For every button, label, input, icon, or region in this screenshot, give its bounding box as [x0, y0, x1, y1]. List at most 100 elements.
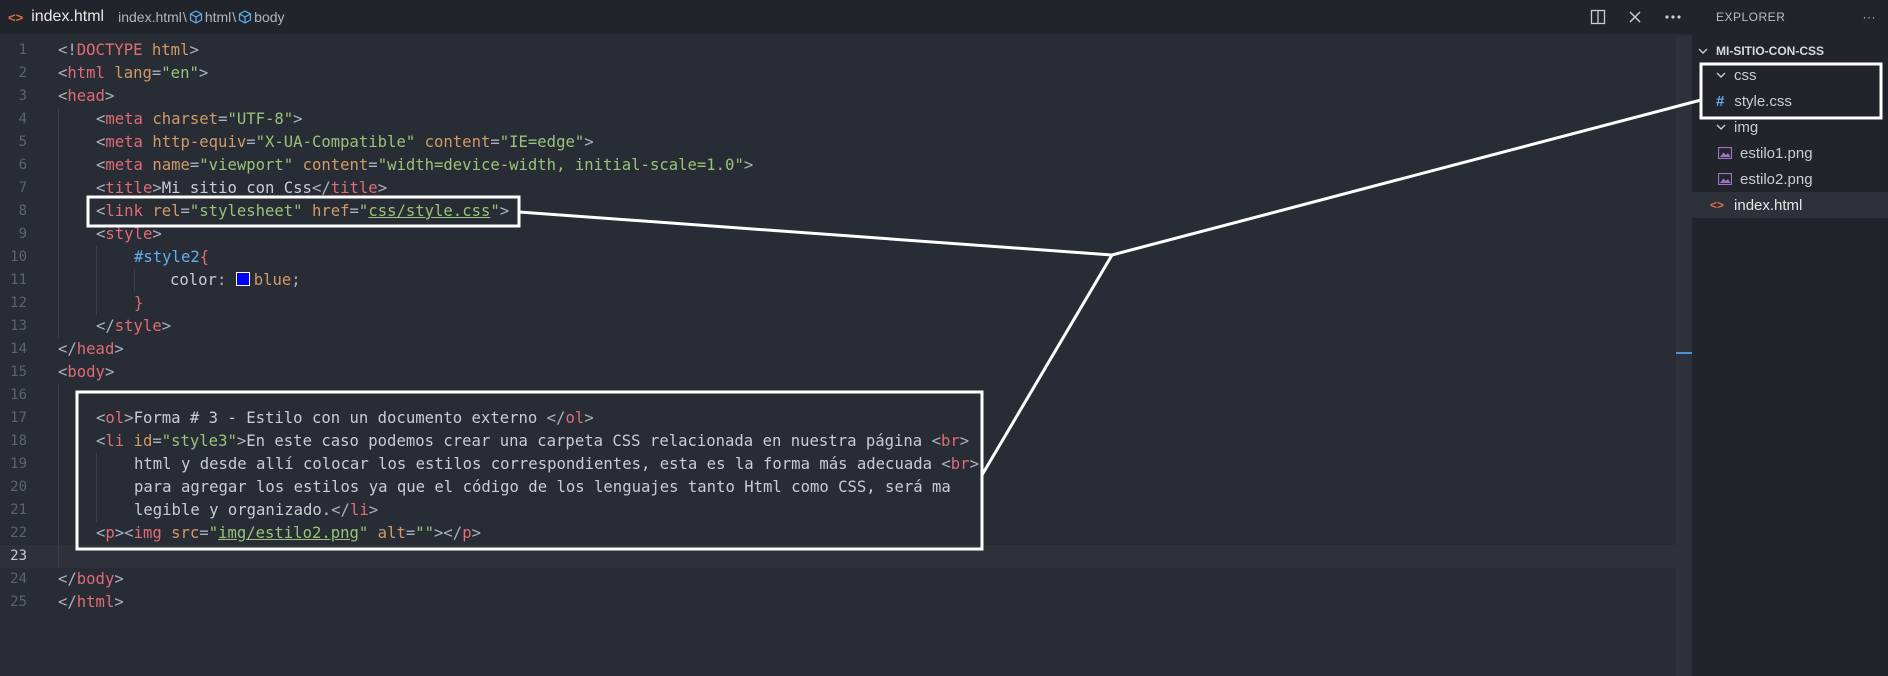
html-file-icon: <>	[8, 9, 24, 25]
code-line[interactable]: 6 <meta name="viewport" content="width=d…	[0, 154, 1676, 177]
editor-actions	[1590, 0, 1682, 34]
code-line[interactable]: 19 html y desde allí colocar los estilos…	[0, 453, 1676, 476]
breadcrumb-html[interactable]: html	[205, 9, 231, 25]
code-text: color: blue;	[170, 271, 301, 289]
split-editor-icon[interactable]	[1590, 9, 1606, 25]
code-line[interactable]: 12 }	[0, 292, 1676, 315]
code-text: <li id="style3">En este caso podemos cre…	[96, 432, 970, 450]
code-line[interactable]: 9 <style>	[0, 223, 1676, 246]
code-line[interactable]: 7 <title>Mi sitio con Css</title>	[0, 177, 1676, 200]
breadcrumb: index.html \ html \ body	[118, 9, 284, 25]
line-number: 24	[10, 571, 27, 587]
chevron-down-icon	[1698, 48, 1708, 54]
tree-file-estilo2[interactable]: estilo2.png	[1692, 166, 1888, 192]
explorer-panel: EXPLORER ··· MI-SITIO-CON-CSS css # styl…	[1692, 0, 1888, 676]
indent-guide	[58, 499, 59, 522]
indent-guide	[58, 384, 59, 407]
line-number: 19	[10, 456, 27, 472]
line-number: 3	[18, 88, 27, 104]
line-number: 10	[10, 249, 27, 265]
line-number: 25	[10, 594, 27, 610]
more-icon[interactable]	[1664, 14, 1682, 20]
indent-guide	[58, 200, 59, 223]
line-number: 2	[18, 65, 27, 81]
indent-guide	[58, 315, 59, 338]
code-text: <meta http-equiv="X-UA-Compatible" conte…	[96, 133, 594, 151]
indent-guide	[58, 430, 59, 453]
code-line[interactable]: 13 </style>	[0, 315, 1676, 338]
stylesheet-link-path: css/style.css	[368, 202, 491, 220]
symbol-cube-icon	[189, 10, 202, 24]
code-line[interactable]: 16	[0, 384, 1676, 407]
tree-file-index-html[interactable]: <> index.html	[1692, 192, 1888, 218]
editor-title-bar: <> index.html index.html \ html \ body	[0, 0, 1692, 34]
line-number: 1	[18, 42, 27, 58]
code-line[interactable]: 2 <html lang="en">	[0, 62, 1676, 85]
code-line[interactable]: 20 para agregar los estilos ya que el có…	[0, 476, 1676, 499]
indent-guide	[96, 476, 97, 499]
code-line[interactable]: 15 <body>	[0, 361, 1676, 384]
editor-tab[interactable]: <> index.html	[0, 0, 110, 34]
project-name: MI-SITIO-CON-CSS	[1716, 44, 1824, 58]
breadcrumb-body[interactable]: body	[254, 9, 284, 25]
symbol-cube-icon	[239, 10, 252, 24]
line-number: 22	[10, 525, 27, 541]
image-file-icon	[1718, 147, 1732, 159]
indent-guide	[58, 292, 59, 315]
html-file-icon: <>	[1710, 198, 1725, 212]
code-line[interactable]: 24 </body>	[0, 568, 1676, 591]
indent-guide	[134, 269, 135, 292]
breadcrumb-file[interactable]: index.html	[118, 9, 182, 25]
indent-guide	[58, 246, 59, 269]
tree-folder-img[interactable]: img	[1692, 114, 1888, 140]
indent-guide	[58, 453, 59, 476]
code-editor[interactable]: 1 <!DOCTYPE html> 2 <html lang="en"> 3 <…	[0, 36, 1676, 676]
code-line[interactable]: 25 </html>	[0, 591, 1676, 614]
code-line-active[interactable]: 23	[0, 545, 1676, 568]
code-line[interactable]: 8 <link rel="stylesheet" href="css/style…	[0, 200, 1676, 223]
image-file-icon	[1718, 173, 1732, 185]
code-line[interactable]: 5 <meta http-equiv="X-UA-Compatible" con…	[0, 131, 1676, 154]
line-number: 6	[18, 157, 27, 173]
code-line[interactable]: 22 <p><img src="img/estilo2.png" alt="">…	[0, 522, 1676, 545]
code-line[interactable]: 3 <head>	[0, 85, 1676, 108]
code-line[interactable]: 21 legible y organizado.</li>	[0, 499, 1676, 522]
line-number: 5	[18, 134, 27, 150]
color-swatch[interactable]	[235, 272, 250, 286]
project-folder[interactable]: MI-SITIO-CON-CSS	[1692, 40, 1888, 62]
code-text: <style>	[96, 225, 162, 243]
code-line[interactable]: 4 <meta charset="UTF-8">	[0, 108, 1676, 131]
line-number: 11	[10, 272, 27, 288]
line-number: 21	[10, 502, 27, 518]
code-line[interactable]: 18 <li id="style3">En este caso podemos …	[0, 430, 1676, 453]
tree-file-style-css[interactable]: # style.css	[1692, 88, 1888, 114]
code-text: </style>	[96, 317, 172, 335]
tab-filename: index.html	[31, 8, 105, 25]
indent-guide	[58, 545, 59, 568]
code-line[interactable]: 14 </head>	[0, 338, 1676, 361]
code-text: <body>	[58, 363, 115, 381]
line-number: 15	[10, 364, 27, 380]
tree-item-label: css	[1734, 66, 1757, 84]
explorer-more-icon[interactable]: ···	[1863, 10, 1877, 24]
indent-guide	[96, 453, 97, 476]
code-text: </body>	[58, 570, 124, 588]
tree-file-estilo1[interactable]: estilo1.png	[1692, 140, 1888, 166]
indent-guide	[96, 246, 97, 269]
line-number: 16	[10, 387, 27, 403]
tree-folder-css[interactable]: css	[1692, 62, 1888, 88]
code-text: html y desde allí colocar los estilos co…	[134, 455, 979, 473]
code-line[interactable]: 10 #style2{	[0, 246, 1676, 269]
close-icon[interactable]	[1628, 10, 1642, 24]
line-number: 20	[10, 479, 27, 495]
code-line[interactable]: 17 <ol>Forma # 3 - Estilo con un documen…	[0, 407, 1676, 430]
code-text: <title>Mi sitio con Css</title>	[96, 179, 388, 197]
tree-item-label: index.html	[1734, 196, 1803, 214]
code-text: </head>	[58, 340, 124, 358]
vertical-scrollbar[interactable]	[1676, 36, 1692, 676]
code-line[interactable]: 1 <!DOCTYPE html>	[0, 39, 1676, 62]
line-number: 18	[10, 433, 27, 449]
line-number: 13	[10, 318, 27, 334]
code-line[interactable]: 11 color: blue;	[0, 269, 1676, 292]
line-number: 14	[10, 341, 27, 357]
